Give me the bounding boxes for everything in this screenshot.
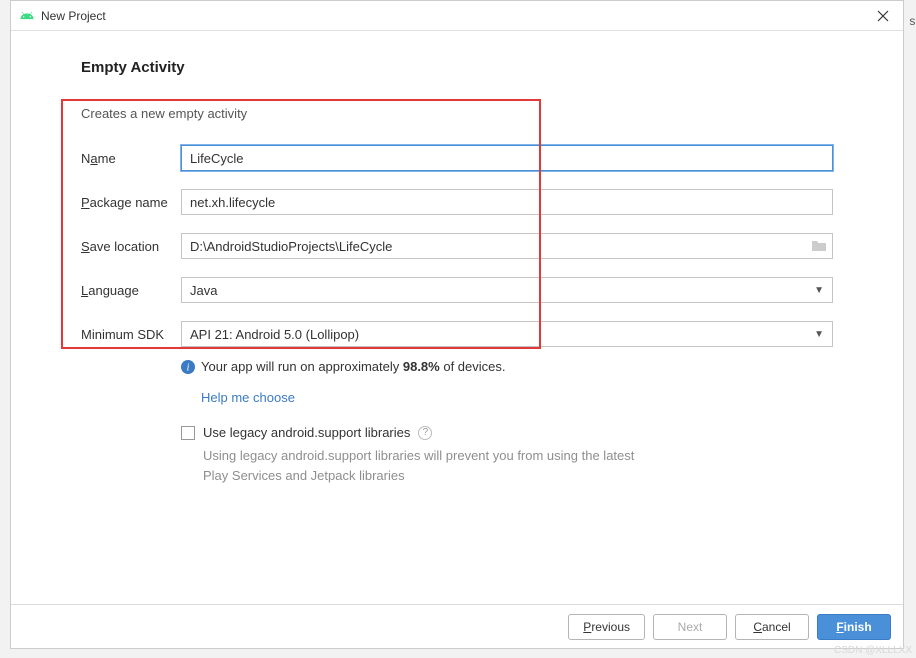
page-subtitle: Creates a new empty activity (81, 106, 833, 121)
info-icon: i (181, 360, 195, 374)
package-input[interactable] (181, 189, 833, 215)
help-icon[interactable]: ? (418, 426, 432, 440)
legacy-checkbox[interactable] (181, 426, 195, 440)
page-title: Empty Activity (81, 59, 833, 76)
name-label: Name (81, 151, 181, 166)
next-button: Next (653, 614, 727, 640)
cropped-text: si (909, 14, 916, 28)
name-row: Name (81, 145, 833, 171)
name-input[interactable] (181, 145, 833, 171)
window-title: New Project (41, 9, 871, 23)
close-button[interactable] (871, 4, 895, 28)
minsdk-row: Minimum SDK API 21: Android 5.0 (Lollipo… (81, 321, 833, 347)
legacy-hint: Using legacy android.support libraries w… (203, 446, 643, 485)
svg-text:i: i (187, 363, 190, 374)
close-icon (877, 10, 889, 22)
cancel-button[interactable]: Cancel (735, 614, 809, 640)
folder-browse-icon[interactable] (811, 239, 827, 253)
titlebar: New Project (11, 1, 903, 31)
dialog-footer: Previous Next Cancel Finish (11, 604, 903, 648)
chevron-down-icon: ▼ (814, 285, 824, 296)
package-row: Package name (81, 189, 833, 215)
legacy-checkbox-row: Use legacy android.support libraries ? (181, 425, 833, 440)
previous-button[interactable]: Previous (568, 614, 645, 640)
minsdk-select[interactable]: API 21: Android 5.0 (Lollipop) ▼ (181, 321, 833, 347)
watermark: CSDN @XLLLXX (834, 645, 912, 656)
finish-button[interactable]: Finish (817, 614, 891, 640)
minsdk-label: Minimum SDK (81, 327, 181, 342)
package-label: Package name (81, 195, 181, 210)
new-project-dialog: New Project Empty Activity Creates a new… (10, 0, 904, 649)
legacy-checkbox-label: Use legacy android.support libraries (203, 425, 410, 440)
language-row: Language Java ▼ (81, 277, 833, 303)
save-location-row: Save location (81, 233, 833, 259)
device-coverage-info: i Your app will run on approximately 98.… (181, 359, 833, 374)
save-location-label: Save location (81, 239, 181, 254)
android-icon (19, 8, 35, 24)
help-me-choose-link[interactable]: Help me choose (201, 390, 833, 405)
language-select[interactable]: Java ▼ (181, 277, 833, 303)
language-label: Language (81, 283, 181, 298)
save-location-input[interactable] (181, 233, 833, 259)
dialog-content: Empty Activity Creates a new empty activ… (11, 31, 903, 485)
chevron-down-icon: ▼ (814, 329, 824, 340)
